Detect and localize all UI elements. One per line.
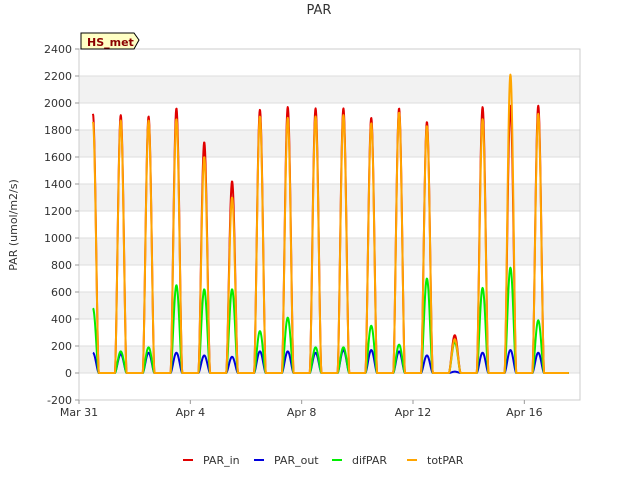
- y-tick-label: 1800: [44, 124, 72, 137]
- y-tick-label: 2000: [44, 97, 72, 110]
- x-tick-label: Apr 16: [506, 406, 543, 419]
- chart-title: PAR: [307, 3, 332, 18]
- y-tick-label: 1200: [44, 205, 72, 218]
- legend-label: PAR_out: [274, 454, 319, 467]
- plot-band: [79, 76, 580, 103]
- y-tick-label: 200: [51, 340, 72, 353]
- plot-band: [79, 130, 580, 157]
- y-tick-label: 400: [51, 313, 72, 326]
- legend-label: totPAR: [427, 454, 464, 467]
- y-tick-label: 1600: [44, 151, 72, 164]
- x-tick-label: Apr 8: [287, 406, 317, 419]
- y-tick-label: 800: [51, 259, 72, 272]
- y-tick-label: 2200: [44, 70, 72, 83]
- plot-band: [79, 184, 580, 211]
- plot-band: [79, 292, 580, 319]
- y-tick-label: 1400: [44, 178, 72, 191]
- y-tick-label: 0: [65, 367, 72, 380]
- plot-band: [79, 238, 580, 265]
- station-badge: HS_met: [80, 32, 140, 50]
- y-tick-label: 600: [51, 286, 72, 299]
- x-tick-label: Mar 31: [60, 406, 98, 419]
- y-tick-label: 2400: [44, 43, 72, 56]
- legend-label: PAR_in: [203, 454, 240, 467]
- x-tick-label: Apr 4: [176, 406, 206, 419]
- y-axis-label: PAR (umol/m2/s): [7, 179, 20, 271]
- y-tick-label: 1000: [44, 232, 72, 245]
- legend-label: difPAR: [352, 454, 387, 467]
- badge-label: HS_met: [87, 36, 134, 49]
- x-tick-label: Apr 12: [395, 406, 432, 419]
- par-chart: -200020040060080010001200140016001800200…: [0, 0, 640, 480]
